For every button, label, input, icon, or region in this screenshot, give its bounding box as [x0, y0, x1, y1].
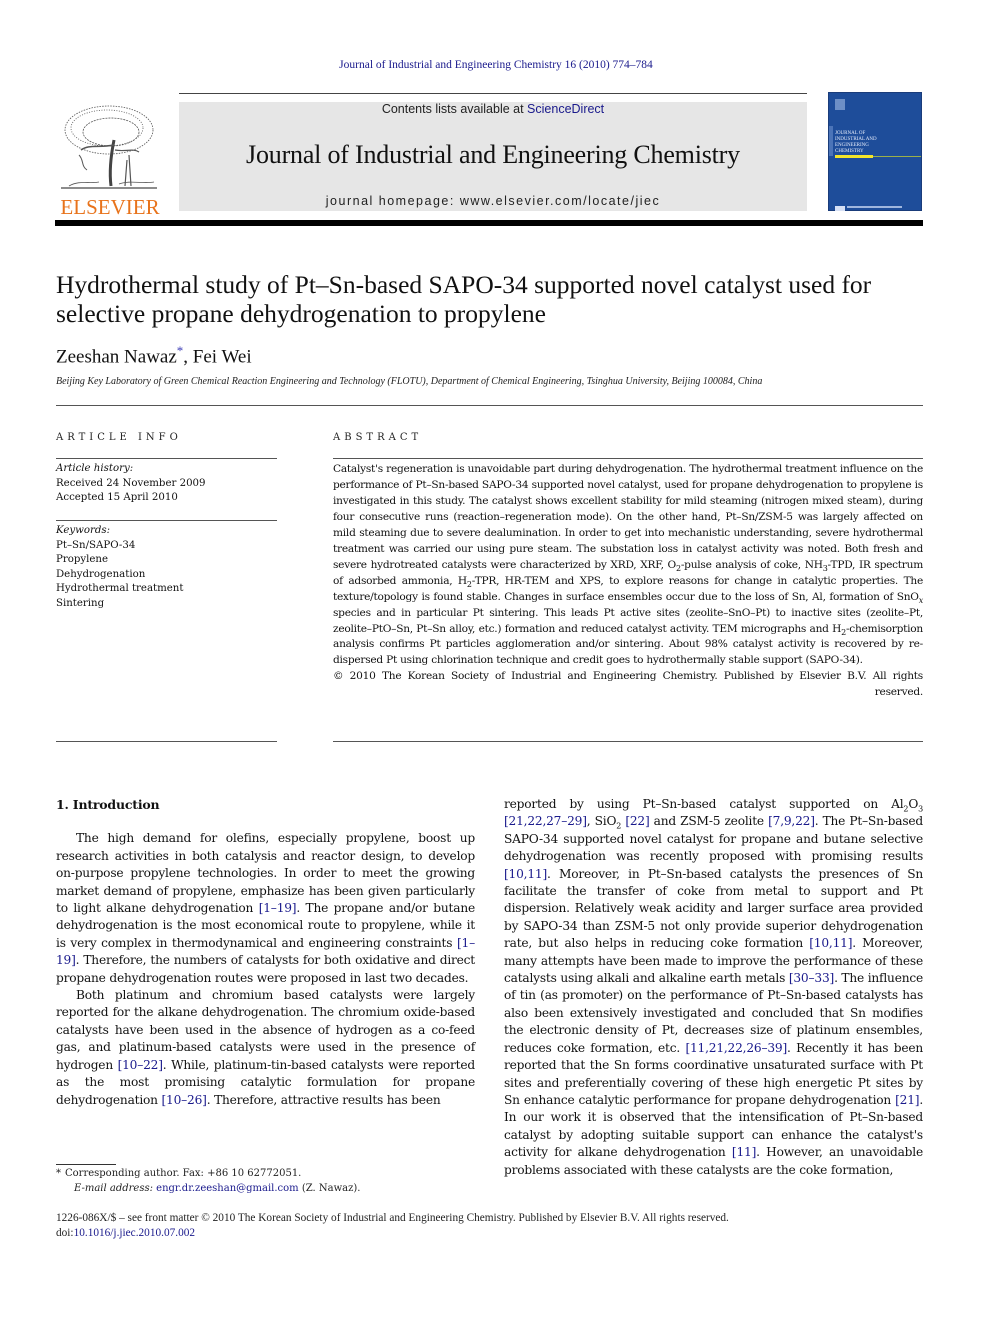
doi-label: doi: — [56, 1227, 74, 1239]
homepage-url[interactable]: www.elsevier.com/locate/jiec — [460, 194, 660, 208]
paragraph: Both platinum and chromium based catalys… — [56, 988, 475, 1107]
elsevier-logo[interactable]: ELSEVIER — [55, 100, 165, 219]
journal-title: Journal of Industrial and Engineering Ch… — [246, 140, 740, 169]
author-name[interactable]: Zeeshan Nawaz — [56, 346, 177, 367]
cover-yellow-bar — [835, 155, 873, 158]
journal-homepage: journal homepage: www.elsevier.com/locat… — [179, 194, 807, 208]
accepted-date: Accepted 15 April 2010 — [56, 492, 178, 503]
keywords-rule — [56, 520, 277, 521]
abstract-copyright: © 2010 The Korean Society of Industrial … — [333, 670, 923, 699]
article-info-heading: ARTICLE INFO — [56, 432, 182, 443]
citation-link[interactable]: [10,11] — [504, 867, 547, 881]
subscript: 2 — [616, 821, 622, 831]
citation-link[interactable]: [1–19] — [259, 901, 297, 915]
history-label: Article history: — [56, 463, 134, 474]
article-info-rule — [56, 458, 277, 459]
keyword: Propylene — [56, 554, 109, 565]
abstract-rule — [333, 458, 923, 459]
citation-link[interactable]: [7,9,22] — [768, 814, 815, 828]
keyword: Pt–Sn/SAPO-34 — [56, 539, 136, 551]
citation-link[interactable]: [11] — [732, 1145, 756, 1159]
email-suffix: (Z. Nawaz). — [298, 1182, 361, 1194]
author-separator: , — [183, 346, 193, 368]
cover-society-logo-icon — [835, 196, 915, 211]
elsevier-wordmark: ELSEVIER — [60, 195, 160, 219]
subscript: 3 — [918, 804, 923, 814]
citation-link[interactable]: [22] — [625, 814, 649, 828]
article-history: Article history: Received 24 November 20… — [56, 462, 281, 506]
body-column-left: 1. Introduction The high demand for olef… — [56, 796, 475, 1109]
citation-link[interactable]: [10,11] — [809, 936, 852, 950]
email-label: E-mail address: — [74, 1182, 157, 1194]
citation-link[interactable]: [1–19] — [56, 936, 475, 967]
paragraph: The high demand for olefins, especially … — [56, 831, 475, 985]
sciencedirect-link[interactable]: ScienceDirect — [527, 102, 604, 116]
issn-line: 1226-086X/$ – see front matter © 2010 Th… — [56, 1212, 729, 1224]
running-head[interactable]: Journal of Industrial and Engineering Ch… — [0, 59, 992, 71]
cover-thin-line — [873, 156, 921, 157]
front-matter-footer: 1226-086X/$ – see front matter © 2010 Th… — [56, 1211, 936, 1241]
doi-link[interactable]: 10.1016/j.jiec.2010.07.002 — [74, 1227, 195, 1239]
keyword: Dehydrogenation — [56, 568, 146, 580]
abstract-heading: ABSTRACT — [333, 432, 423, 443]
citation-link[interactable]: [11,21,22,26–39] — [685, 1041, 787, 1055]
footnote-marker: * — [56, 1168, 61, 1179]
body-column-right: reported by using Pt–Sn-based catalyst s… — [504, 796, 923, 1179]
abstract-body: Catalyst's regeneration is unavoidable p… — [333, 462, 923, 701]
masthead-rule — [55, 220, 923, 226]
journal-cover[interactable]: Journal of Industrial and Engineering Ch… — [828, 92, 922, 211]
keyword: Hydrothermal treatment — [56, 583, 184, 594]
citation-link[interactable]: [30–33] — [789, 971, 834, 985]
author-name[interactable]: Fei Wei — [193, 346, 252, 367]
received-date: Received 24 November 2009 — [56, 477, 206, 489]
contents-prefix: Contents lists available at — [381, 102, 528, 116]
abstract-text: Catalyst's regeneration is unavoidable p… — [333, 463, 923, 667]
header-rule — [179, 93, 807, 94]
article-title: Hydrothermal study of Pt–Sn-based SAPO-3… — [56, 270, 872, 328]
cover-band — [829, 126, 833, 156]
keyword: Sintering — [56, 597, 105, 609]
cover-emblem-icon — [835, 99, 845, 110]
subscript: 2 — [903, 804, 909, 814]
citation-link[interactable]: [10–22] — [118, 1058, 163, 1072]
citation-link[interactable]: [21] — [895, 1093, 919, 1107]
keywords: Keywords: Pt–Sn/SAPO-34 Propylene Dehydr… — [56, 524, 281, 611]
homepage-prefix: journal homepage: — [325, 194, 460, 208]
affiliation-rule — [56, 405, 923, 406]
footnote: * Corresponding author. Fax: +86 10 62772… — [56, 1167, 484, 1196]
section-heading-introduction: 1. Introduction — [56, 797, 160, 812]
contents-line: Contents lists available at ScienceDirec… — [179, 102, 807, 116]
elsevier-tree-icon — [61, 105, 157, 189]
citation-link[interactable]: [21,22,27–29] — [504, 814, 587, 828]
citation-link[interactable]: [10–26] — [162, 1093, 207, 1107]
footnote-rule — [56, 1164, 116, 1165]
keywords-label: Keywords: — [56, 525, 111, 536]
affiliation: Beijing Key Laboratory of Green Chemical… — [56, 376, 763, 387]
article-info-end-rule — [56, 741, 277, 742]
footnote-text: Corresponding author. Fax: +86 10 627720… — [65, 1168, 302, 1179]
paragraph: reported by using Pt–Sn-based catalyst s… — [504, 797, 924, 1177]
abstract-end-rule — [333, 741, 923, 742]
cover-title: Journal of Industrial and Engineering Ch… — [835, 131, 877, 154]
email-link[interactable]: engr.dr.zeeshan@gmail.com — [156, 1183, 299, 1194]
author-list: Zeeshan Nawaz*, Fei Wei — [56, 343, 252, 368]
